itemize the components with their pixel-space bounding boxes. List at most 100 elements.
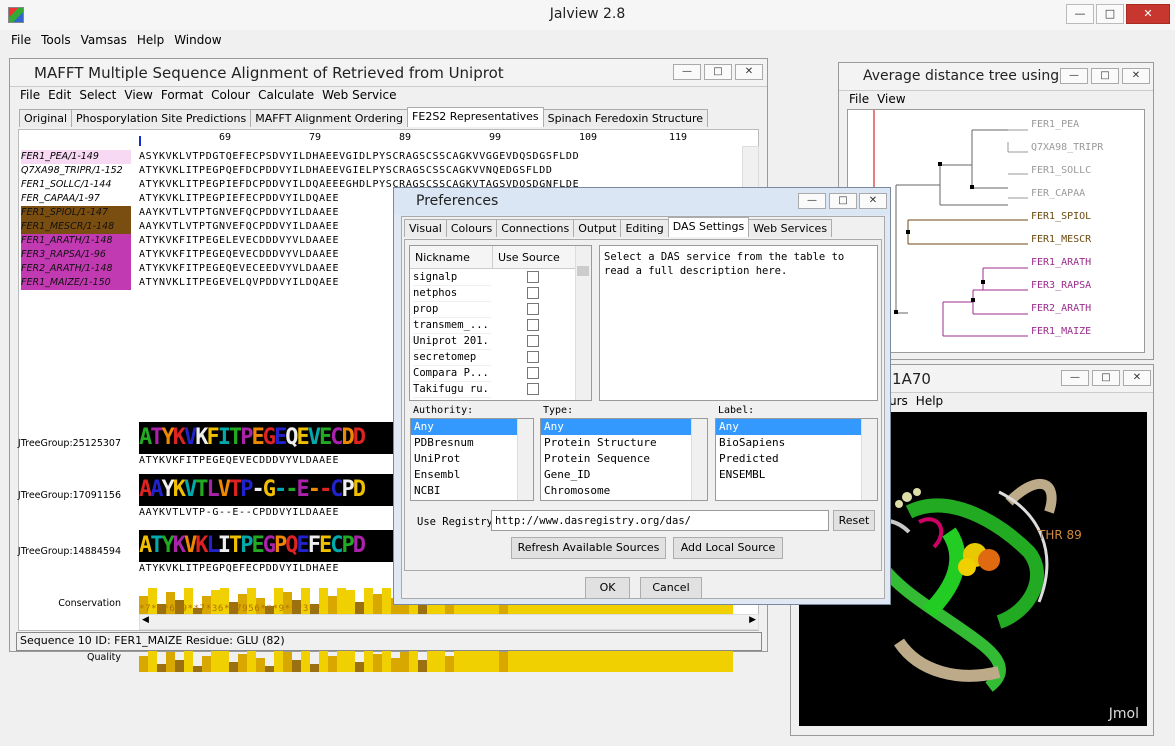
use-source-checkbox[interactable] [527,335,539,347]
list-item[interactable]: ENSEMBL [716,467,862,483]
menu-help[interactable]: Help [912,392,947,410]
tab-connections[interactable]: Connections [496,219,575,237]
tree-leaf-label[interactable]: FER1_SOLLC [1031,165,1091,176]
menu-edit[interactable]: Edit [44,86,75,104]
sequence-name[interactable]: Q7XA98_TRIPR/1-152 [21,164,131,178]
source-nickname[interactable]: prop [413,301,491,318]
add-local-source-button[interactable]: Add Local Source [673,537,783,559]
col-use-source[interactable]: Use Source [498,251,560,264]
sequence-residues[interactable]: ATYKVKLITPEGPQEFDCPDDVYILDHAEEVGIELPYSCR… [139,164,733,178]
tab-colours[interactable]: Colours [445,219,498,237]
type-list[interactable]: Any Protein Structure Protein Sequence Gene… [540,418,708,501]
das-sources-table[interactable]: Nickname Use Source signalp netphos prop tr… [409,245,592,401]
col-nickname[interactable]: Nickname [415,251,470,264]
scroll-right-icon[interactable]: ▶ [749,615,756,625]
authority-list[interactable]: Any PDBresnum UniProt Ensembl NCBI [410,418,534,501]
menu-vamsas[interactable]: Vamsas [76,30,132,50]
menu-colour[interactable]: Colour [207,86,254,104]
tab-web-services[interactable]: Web Services [748,219,833,237]
horizontal-scrollbar[interactable]: ◀ ▶ [139,614,759,630]
tree-panel[interactable]: FER1_PEA Q7XA98_TRIPR FER1_SOLLC FER_CAPAA F… [847,109,1145,353]
annotation-label[interactable]: JTreeGroup:14884594 [13,546,121,557]
menu-view[interactable]: View [120,86,156,104]
sequence-residues[interactable]: ASYKVKLVTPDGTQEFECPSDVYILDHAEEVGIDLPYSCR… [139,150,733,164]
tree-leaf-label[interactable]: FER1_MESCR [1031,234,1091,245]
sequence-name[interactable]: FER3_RAPSA/1-96 [21,248,131,262]
cancel-button[interactable]: Cancel [640,577,702,599]
list-item[interactable]: BioSapiens [716,435,862,451]
tree-leaf-label[interactable]: FER1_ARATH [1031,257,1091,268]
tab-spinach[interactable]: Spinach Feredoxin Structure [542,109,709,127]
sources-scrollbar[interactable] [575,246,591,400]
source-nickname[interactable]: secretomep [413,349,491,366]
menu-web-service[interactable]: Web Service [318,86,400,104]
tab-visual[interactable]: Visual [404,219,447,237]
source-nickname[interactable]: Uniprot 201... [413,333,491,350]
use-source-checkbox[interactable] [527,319,539,331]
close-icon[interactable]: ✕ [735,64,763,80]
use-source-checkbox[interactable] [527,271,539,283]
sequence-name[interactable]: FER1_MESCR/1-148 [21,220,131,234]
annotation-label[interactable]: JTreeGroup:25125307 [13,438,121,449]
maximize-icon[interactable]: □ [829,193,857,209]
list-item[interactable]: NCBI [411,483,518,499]
list-item[interactable]: Ensembl [411,467,518,483]
tree-leaf-label[interactable]: Q7XA98_TRIPR [1031,142,1103,153]
list-item[interactable]: Protein Structure [541,435,692,451]
annotation-label[interactable]: Quality [13,652,121,663]
maximize-icon[interactable]: □ [704,64,732,80]
tab-output[interactable]: Output [573,219,622,237]
tab-original[interactable]: Original [19,109,73,127]
list-item[interactable]: Gene_ID [541,467,692,483]
list-item[interactable]: PDBresnum [411,435,518,451]
reset-button[interactable]: Reset [833,510,875,531]
sequence-name[interactable]: FER1_PEA/1-149 [21,150,131,164]
sequence-name[interactable]: FER_CAPAA/1-97 [21,192,131,206]
menu-window[interactable]: Window [169,30,226,50]
close-icon[interactable]: ✕ [1126,4,1170,24]
tab-das-settings[interactable]: DAS Settings [667,217,750,237]
menu-help[interactable]: Help [132,30,169,50]
sequence-name[interactable]: FER1_MAIZE/1-150 [21,276,131,290]
menu-calculate[interactable]: Calculate [254,86,318,104]
tab-phosphorylation[interactable]: Phosporylation Site Predictions [71,109,252,127]
sequence-name[interactable]: FER1_SPIOL/1-147 [21,206,131,220]
minimize-icon[interactable]: — [1060,68,1088,84]
menu-file[interactable]: File [6,30,36,50]
use-source-checkbox[interactable] [527,383,539,395]
minimize-icon[interactable]: — [673,64,701,80]
tree-leaf-label[interactable]: FER2_ARATH [1031,303,1091,314]
close-icon[interactable]: ✕ [1123,370,1151,386]
annotation-label[interactable]: JTreeGroup:17091156 [13,490,121,501]
tab-mafft-ordering[interactable]: MAFFT Alignment Ordering [250,109,409,127]
use-source-checkbox[interactable] [527,303,539,315]
list-item[interactable]: Any [541,419,692,435]
list-scrollbar[interactable] [517,419,533,500]
use-source-checkbox[interactable] [527,351,539,363]
source-nickname[interactable]: Compara P... [413,365,491,382]
list-item[interactable]: Chromosome [541,483,692,499]
list-scrollbar[interactable] [861,419,877,500]
close-icon[interactable]: ✕ [859,193,887,209]
annotation-label[interactable]: Conservation [13,598,121,609]
source-nickname[interactable]: Takifugu ru... [413,381,491,398]
list-scrollbar[interactable] [691,419,707,500]
use-source-checkbox[interactable] [527,367,539,379]
menu-view[interactable]: View [873,90,909,108]
scroll-left-icon[interactable]: ◀ [142,615,149,625]
tab-editing[interactable]: Editing [620,219,669,237]
close-icon[interactable]: ✕ [1122,68,1150,84]
sequence-name[interactable]: FER2_ARATH/1-148 [21,262,131,276]
tree-leaf-label[interactable]: FER3_RAPSA [1031,280,1091,291]
minimize-icon[interactable]: — [798,193,826,209]
maximize-icon[interactable]: □ [1092,370,1120,386]
sequence-name[interactable]: FER1_ARATH/1-148 [21,234,131,248]
label-list[interactable]: Any BioSapiens Predicted ENSEMBL [715,418,878,501]
registry-url-input[interactable] [491,510,829,531]
list-item[interactable]: Protein Sequence [541,451,692,467]
use-source-checkbox[interactable] [527,287,539,299]
refresh-sources-button[interactable]: Refresh Available Sources [511,537,666,559]
tab-fe2s2[interactable]: FE2S2 Representatives [407,107,544,127]
maximize-icon[interactable]: □ [1091,68,1119,84]
minimize-icon[interactable]: — [1066,4,1094,24]
